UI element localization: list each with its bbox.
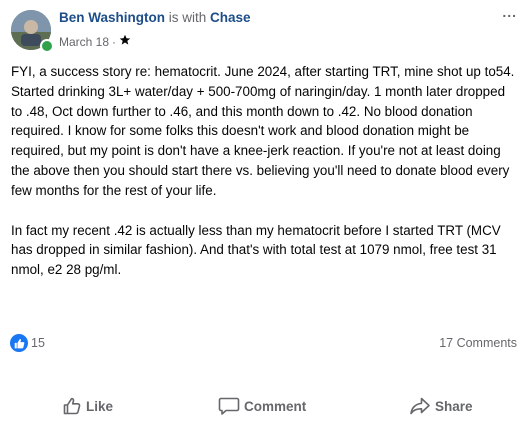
- thumbs-up-icon: [62, 396, 82, 416]
- comment-label: Comment: [244, 398, 307, 414]
- post-paragraph-1: FYI, a success story re: hematocrit. Jun…: [11, 64, 515, 198]
- star-icon: [119, 34, 131, 49]
- comment-icon: [218, 396, 240, 416]
- online-status-dot: [40, 39, 54, 53]
- more-options-button[interactable]: ...: [502, 4, 517, 20]
- like-count[interactable]: 15: [31, 336, 45, 350]
- post-header: Ben Washington is with Chase: [59, 10, 251, 25]
- post-paragraph-2: In fact my recent .42 is actually less t…: [11, 222, 501, 278]
- share-label: Share: [435, 398, 473, 414]
- comment-button[interactable]: Comment: [218, 391, 306, 421]
- divider: [10, 377, 519, 378]
- like-label: Like: [86, 398, 114, 414]
- post-meta: March 18 ·: [59, 34, 131, 49]
- share-arrow-icon: [409, 396, 431, 416]
- like-button[interactable]: Like: [62, 391, 113, 421]
- like-reaction-icon[interactable]: [10, 334, 28, 352]
- with-text: is with: [168, 10, 207, 25]
- facebook-post: Ben Washington is with Chase March 18 · …: [0, 0, 529, 429]
- share-button[interactable]: Share: [409, 391, 473, 421]
- post-text: FYI, a success story re: hematocrit. Jun…: [11, 62, 519, 280]
- meta-separator: ·: [112, 34, 117, 49]
- reaction-stats: 15 17 Comments: [10, 333, 519, 353]
- comment-count[interactable]: 17 Comments: [439, 336, 517, 350]
- author-name[interactable]: Ben Washington: [59, 10, 165, 25]
- tagged-user[interactable]: Chase: [210, 10, 251, 25]
- post-date[interactable]: March 18: [59, 35, 109, 49]
- post-actions: Like Comment Share: [10, 391, 519, 421]
